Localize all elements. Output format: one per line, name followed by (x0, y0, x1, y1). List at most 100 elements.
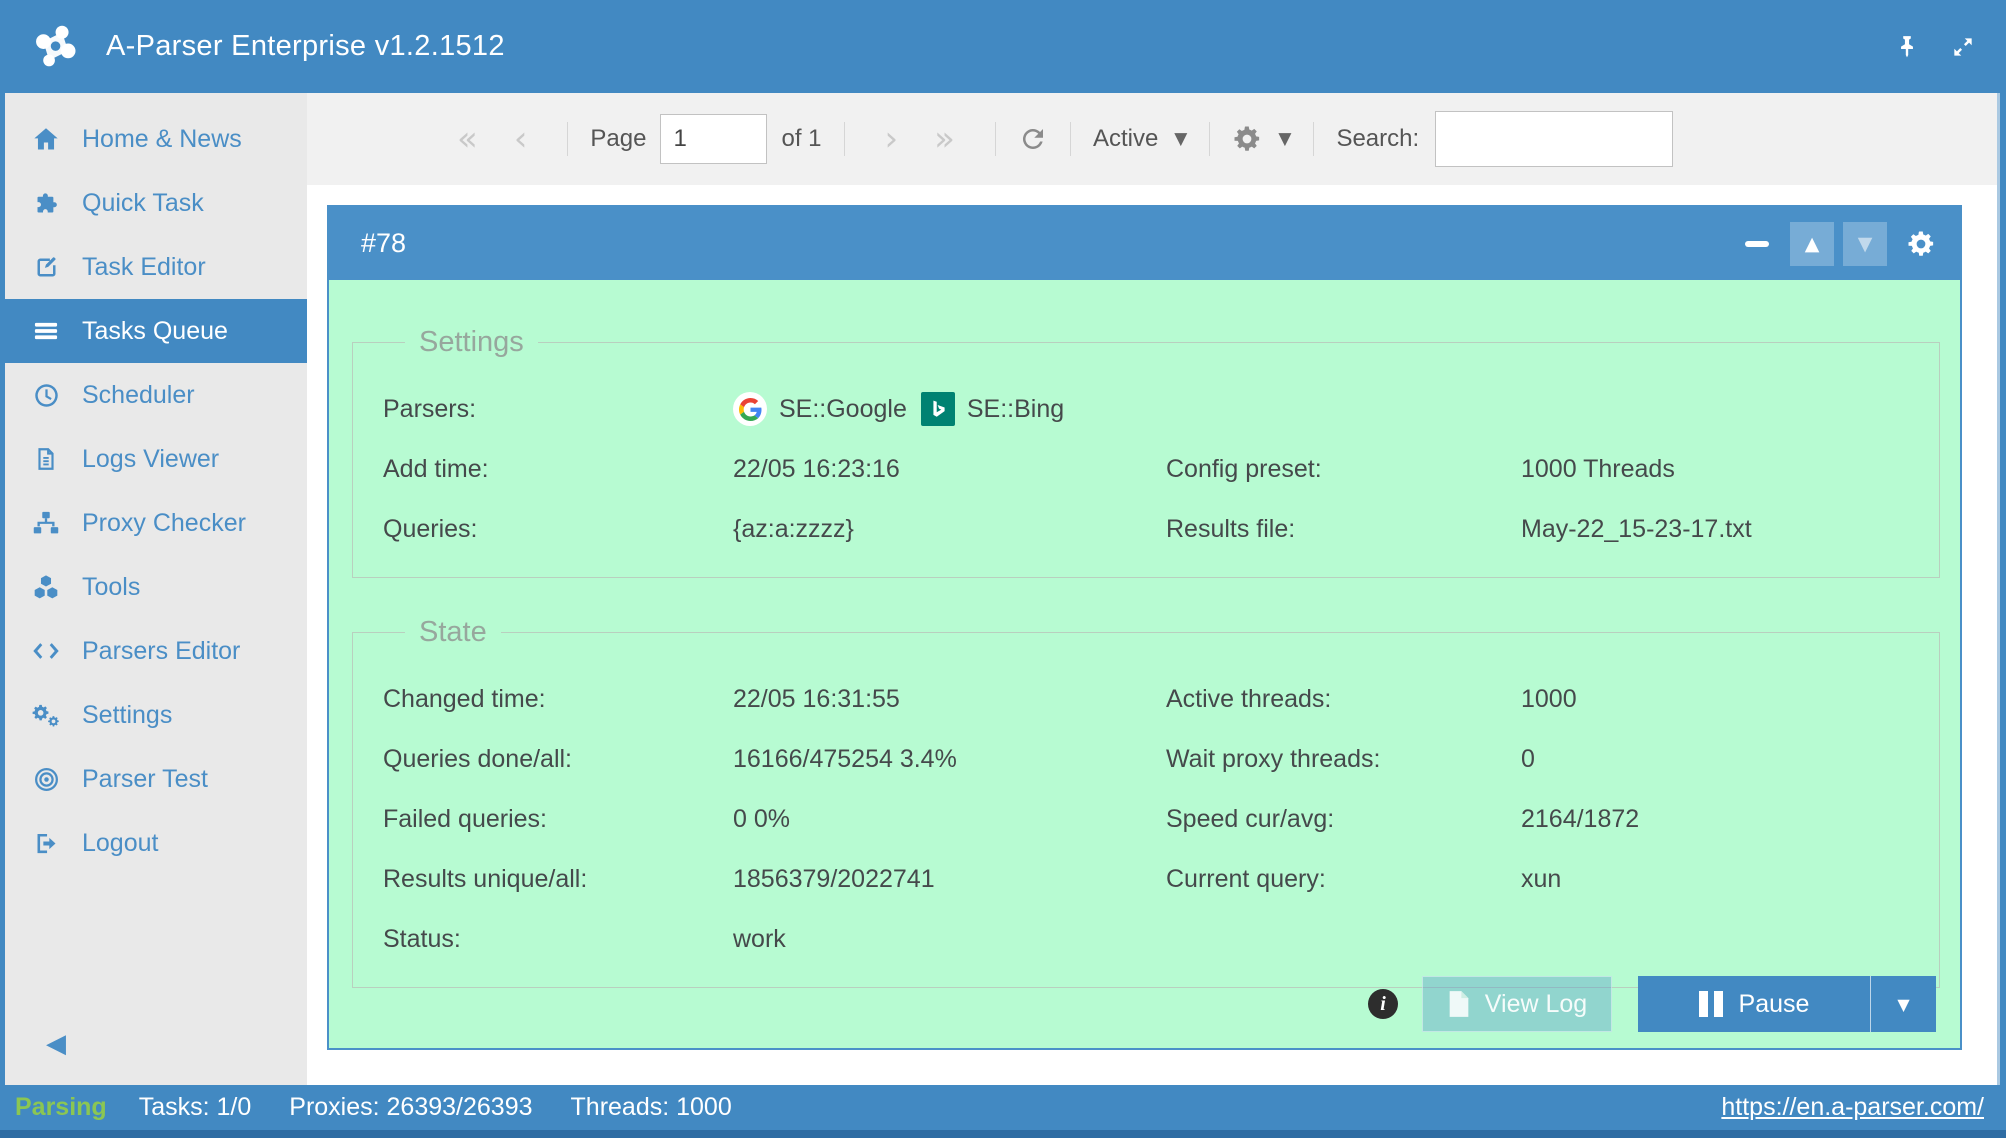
refresh-icon[interactable] (1018, 124, 1048, 154)
a-parser-logo-icon (30, 21, 82, 73)
settings-legend: Settings (405, 326, 538, 359)
field-label: Current query: (1166, 865, 1521, 894)
field-label: Add time: (383, 455, 733, 484)
sidebar-item-tasks-queue[interactable]: Tasks Queue (0, 299, 307, 363)
page-input[interactable] (660, 114, 767, 164)
prev-page-button[interactable]: ‹ (496, 122, 546, 156)
filter-caret-icon[interactable]: ▼ (1174, 129, 1187, 149)
field-value: 0 0% (733, 805, 1166, 834)
task-panel-header: #78 ▲ ▼ (329, 207, 1960, 280)
status-state: Parsing (15, 1093, 107, 1122)
gear-caret-icon[interactable]: ▼ (1278, 129, 1291, 149)
sidebar-item-logs-viewer[interactable]: Logs Viewer (0, 427, 307, 491)
gears-icon (30, 701, 62, 729)
move-down-button[interactable]: ▼ (1843, 222, 1887, 266)
toolbar-separator (1313, 122, 1314, 156)
sidebar-item-scheduler[interactable]: Scheduler (0, 363, 307, 427)
toolbar: « ‹ Page of 1 › » Active ▼ ▼ Search: (307, 93, 1997, 185)
toolbar-separator (1070, 122, 1071, 156)
first-page-button[interactable]: « (439, 122, 496, 156)
field-value: work (733, 925, 1166, 954)
bullseye-icon (30, 765, 62, 793)
field-label: Status: (383, 925, 733, 954)
sidebar-item-label: Tasks Queue (82, 317, 228, 346)
field-value: 0 (1521, 745, 1939, 774)
sidebar-item-label: Parser Test (82, 765, 208, 794)
field-label: Parsers: (383, 395, 733, 424)
field-value: 22/05 16:23:16 (733, 455, 1166, 484)
sidebar-item-label: Settings (82, 701, 172, 730)
view-log-label: View Log (1485, 990, 1587, 1019)
sidebar-item-logout[interactable]: Logout (0, 811, 307, 875)
task-panel-body: Settings Parsers: (329, 280, 1960, 1048)
sidebar-item-parsers-editor[interactable]: Parsers Editor (0, 619, 307, 683)
pause-dropdown-caret-icon[interactable]: ▼ (1870, 976, 1936, 1032)
sidebar-item-task-editor[interactable]: Task Editor (0, 235, 307, 299)
list-icon (30, 317, 62, 345)
field-label: Queries done/all: (383, 745, 733, 774)
sidebar-item-home-news[interactable]: Home & News (0, 107, 307, 171)
google-icon (733, 392, 767, 426)
pin-icon[interactable] (1894, 34, 1920, 60)
state-group: State Changed time: 22/05 16:31:55 Activ… (352, 616, 1940, 988)
pause-label: Pause (1739, 990, 1810, 1019)
field-value: 16166/475254 3.4% (733, 745, 1166, 774)
task-actions: i View Log Pause ▼ (1368, 976, 1936, 1032)
parser-name: SE::Google (779, 395, 907, 424)
page-label: Page (590, 125, 646, 153)
a-parser-site-link[interactable]: https://en.a-parser.com/ (1721, 1093, 1984, 1122)
home-icon (30, 125, 62, 153)
state-legend: State (405, 616, 501, 649)
page-total-label: of 1 (781, 125, 821, 153)
view-log-button[interactable]: View Log (1422, 976, 1612, 1032)
sitemap-icon (30, 509, 62, 537)
code-icon (30, 637, 62, 665)
field-label: Results unique/all: (383, 865, 733, 894)
field-label: Speed cur/avg: (1166, 805, 1521, 834)
sidebar-item-label: Home & News (82, 125, 242, 154)
search-input[interactable] (1435, 111, 1673, 167)
clock-icon (30, 381, 62, 409)
task-filter-select[interactable]: Active (1093, 125, 1158, 153)
field-value: May-22_15-23-17.txt (1521, 515, 1939, 544)
last-page-button[interactable]: » (916, 122, 973, 156)
task-panel: #78 ▲ ▼ Settings Parsers: (327, 205, 1962, 1050)
info-icon[interactable]: i (1368, 989, 1398, 1019)
logout-icon (30, 829, 62, 857)
next-page-button[interactable]: › (867, 122, 917, 156)
field-label: Changed time: (383, 685, 733, 714)
sidebar: Home & News Quick Task Task Editor Tasks… (0, 93, 307, 1085)
expand-icon[interactable] (1950, 34, 1976, 60)
pause-button[interactable]: Pause ▼ (1638, 976, 1936, 1032)
app-header: A-Parser Enterprise v1.2.1512 (0, 0, 2006, 93)
sidebar-item-proxy-checker[interactable]: Proxy Checker (0, 491, 307, 555)
app-title: A-Parser Enterprise v1.2.1512 (106, 30, 505, 63)
minimize-button[interactable] (1745, 241, 1769, 247)
move-up-button[interactable]: ▲ (1790, 222, 1834, 266)
sidebar-item-tools[interactable]: Tools (0, 555, 307, 619)
parser-google: SE::Google (733, 392, 907, 426)
sidebar-item-settings[interactable]: Settings (0, 683, 307, 747)
sidebar-item-label: Tools (82, 573, 140, 602)
sidebar-item-label: Logs Viewer (82, 445, 219, 474)
status-bar: Parsing Tasks: 1/0 Proxies: 26393/26393 … (0, 1085, 2006, 1130)
toolbar-separator (995, 122, 996, 156)
field-value: xun (1521, 865, 1939, 894)
window-bottom-edge (0, 1130, 2006, 1138)
sidebar-item-parser-test[interactable]: Parser Test (0, 747, 307, 811)
field-value: 1000 Threads (1521, 455, 1939, 484)
sidebar-item-quick-task[interactable]: Quick Task (0, 171, 307, 235)
toolbar-gear-icon[interactable] (1232, 124, 1262, 154)
sidebar-collapse-button[interactable]: ◀ (46, 1028, 66, 1059)
status-threads: Threads: 1000 (571, 1093, 732, 1122)
edit-icon (30, 253, 62, 281)
toolbar-separator (1209, 122, 1210, 156)
task-settings-gear-icon[interactable] (1906, 229, 1936, 259)
puzzle-icon (30, 189, 62, 217)
field-label: Wait proxy threads: (1166, 745, 1521, 774)
file-icon (1447, 990, 1471, 1018)
search-label: Search: (1336, 125, 1419, 153)
status-tasks: Tasks: 1/0 (139, 1093, 252, 1122)
bing-icon (921, 392, 955, 426)
file-text-icon (30, 445, 62, 473)
